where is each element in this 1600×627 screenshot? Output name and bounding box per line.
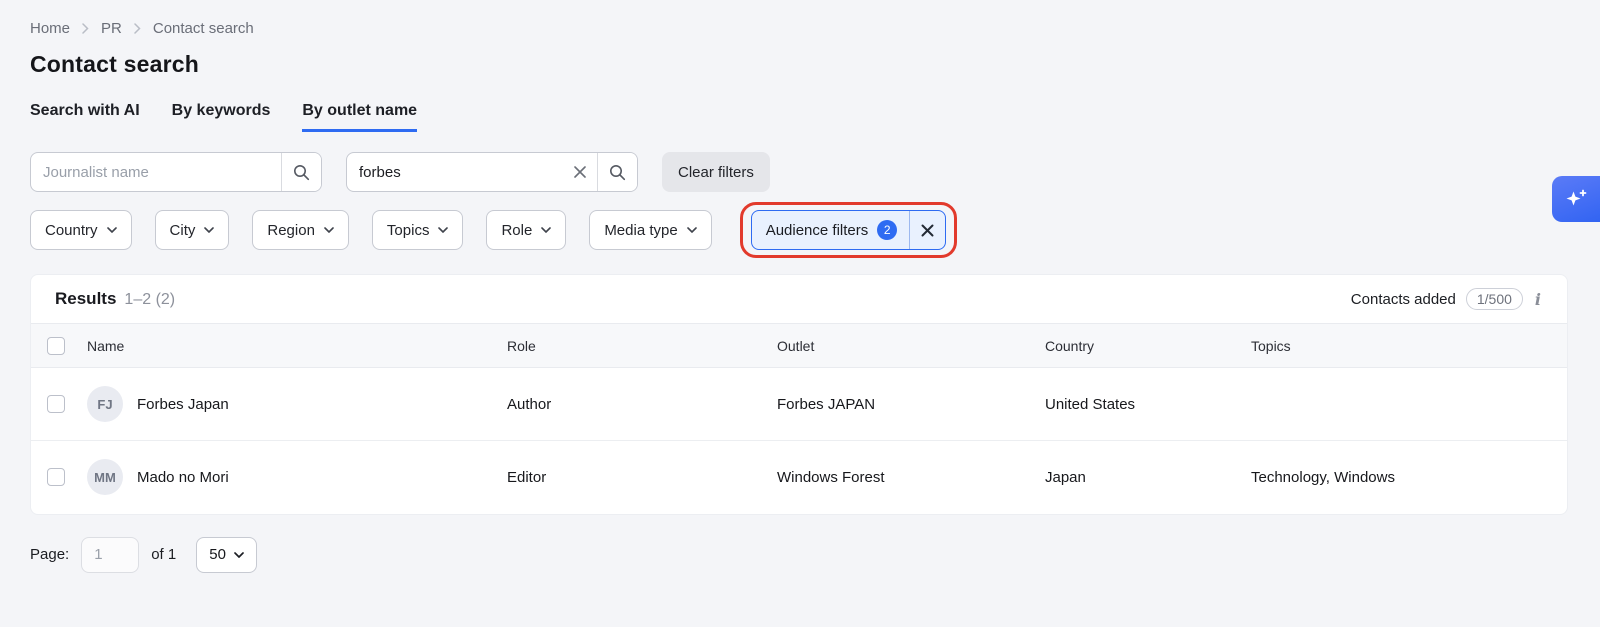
results-title-group: Results 1–2 (2) <box>55 289 175 309</box>
region-filter-label: Region <box>267 221 315 239</box>
contact-outlet: Forbes JAPAN <box>777 367 1045 441</box>
contacts-added-count: 1/500 <box>1465 288 1523 310</box>
ai-assistant-button[interactable] <box>1552 176 1600 222</box>
journalist-name-input[interactable] <box>31 153 281 191</box>
media-type-filter-label: Media type <box>604 221 678 239</box>
contact-outlet: Windows Forest <box>777 468 885 486</box>
column-header-topics: Topics <box>1251 323 1567 368</box>
pagination: Page: of 1 50 <box>30 536 1568 573</box>
region-filter-dropdown[interactable]: Region <box>252 210 349 250</box>
audience-filters-count-badge: 2 <box>877 220 898 240</box>
chevron-down-icon <box>541 227 552 233</box>
results-card: Results 1–2 (2) Contacts added 1/500 i Na… <box>30 274 1568 515</box>
breadcrumb: Home PR Contact search <box>30 20 1568 37</box>
contact-name-cell: MM Mado no Mori <box>87 459 507 496</box>
role-filter-label: Role <box>501 221 533 239</box>
page-title: Contact search <box>30 51 199 77</box>
contacts-added: Contacts added 1/500 i <box>1351 288 1543 310</box>
contact-topics <box>1251 367 1567 441</box>
search-icon <box>610 164 626 180</box>
table-row: MM Mado no Mori Editor Windows Forest Ja… <box>31 441 1567 514</box>
chevron-down-icon <box>106 227 117 233</box>
contact-topics: Technology, Windows <box>1251 468 1395 486</box>
page-label: Page: <box>30 546 70 563</box>
chevron-right-icon <box>134 23 141 34</box>
tab-bar: Search with AI By keywords By outlet nam… <box>30 102 1568 132</box>
tab-search-with-ai[interactable]: Search with AI <box>30 102 140 132</box>
city-filter-dropdown[interactable]: City <box>154 210 230 250</box>
audience-filters-main[interactable]: Audience filters 2 <box>752 211 910 249</box>
contact-name: Forbes Japan <box>137 395 229 413</box>
chevron-down-icon <box>324 227 334 233</box>
media-type-filter-dropdown[interactable]: Media type <box>589 210 712 250</box>
avatar: FJ <box>87 386 123 422</box>
clear-filters-button[interactable]: Clear filters <box>662 152 770 192</box>
table-header-row: Name Role Outlet Country Topics <box>31 323 1567 368</box>
contact-role: Editor <box>507 468 547 486</box>
tab-by-keywords[interactable]: By keywords <box>172 102 271 132</box>
info-icon[interactable]: i <box>1533 290 1543 309</box>
contact-search-page: Home PR Contact search Contact search Se… <box>0 0 1600 573</box>
country-filter-label: Country <box>45 221 98 239</box>
outlet-search-button[interactable] <box>597 153 637 191</box>
contacts-added-label: Contacts added <box>1350 290 1456 308</box>
journalist-search-group <box>30 152 322 192</box>
contact-role: Author <box>507 367 777 441</box>
outlet-search-group <box>346 152 638 192</box>
search-row: Clear filters <box>30 152 1568 192</box>
audience-filters-wrap: Audience filters 2 <box>739 202 958 258</box>
audience-filters-label: Audience filters <box>765 221 869 239</box>
role-filter-dropdown[interactable]: Role <box>486 210 567 250</box>
topics-filter-label: Topics <box>386 221 430 239</box>
city-filter-label: City <box>169 221 196 239</box>
topics-filter-dropdown[interactable]: Topics <box>371 210 464 250</box>
filter-row: Country City Region Topics Role Media ty… <box>30 202 1568 258</box>
column-header-role: Role <box>507 323 777 368</box>
contact-country: United States <box>1045 367 1251 441</box>
contact-name: Mado no Mori <box>137 468 229 486</box>
results-title: Results <box>55 289 117 308</box>
x-icon <box>921 224 934 236</box>
page-size-select[interactable]: 50 <box>196 536 257 573</box>
chevron-right-icon <box>82 23 89 34</box>
audience-filters-clear-button[interactable] <box>909 211 945 249</box>
search-icon <box>294 164 310 180</box>
journalist-search-button[interactable] <box>281 153 321 191</box>
breadcrumb-home[interactable]: Home <box>30 20 70 37</box>
breadcrumb-pr[interactable]: PR <box>101 20 122 37</box>
select-all-checkbox[interactable] <box>47 336 65 355</box>
row-checkbox[interactable] <box>47 395 65 413</box>
column-header-name: Name <box>87 323 507 368</box>
chevron-down-icon <box>204 227 215 233</box>
results-header: Results 1–2 (2) Contacts added 1/500 i <box>31 275 1567 323</box>
results-range: 1–2 (2) <box>124 291 176 308</box>
sparkle-icon <box>1566 189 1587 206</box>
avatar: MM <box>87 459 123 496</box>
chevron-down-icon <box>234 551 244 558</box>
results-table: Name Role Outlet Country Topics FJ Forbe… <box>31 323 1567 514</box>
chevron-down-icon <box>686 227 697 233</box>
contact-name-cell: FJ Forbes Japan <box>87 386 507 422</box>
page-number-input[interactable] <box>81 536 140 573</box>
page-size-value: 50 <box>209 546 226 563</box>
chevron-down-icon <box>438 227 449 233</box>
column-header-country: Country <box>1045 323 1251 368</box>
contact-country: Japan <box>1045 468 1086 486</box>
row-checkbox[interactable] <box>47 468 65 487</box>
page-count-text: of 1 <box>151 546 177 563</box>
country-filter-dropdown[interactable]: Country <box>30 210 132 250</box>
tab-by-outlet-name[interactable]: By outlet name <box>302 102 418 132</box>
column-header-outlet: Outlet <box>777 323 1045 368</box>
breadcrumb-contact-search: Contact search <box>152 20 254 37</box>
clear-outlet-input-button[interactable] <box>563 153 597 191</box>
table-row: FJ Forbes Japan Author Forbes JAPAN Unit… <box>31 367 1567 441</box>
x-icon <box>574 166 586 178</box>
outlet-name-input[interactable] <box>347 153 563 191</box>
audience-filters-chip[interactable]: Audience filters 2 <box>750 210 947 250</box>
